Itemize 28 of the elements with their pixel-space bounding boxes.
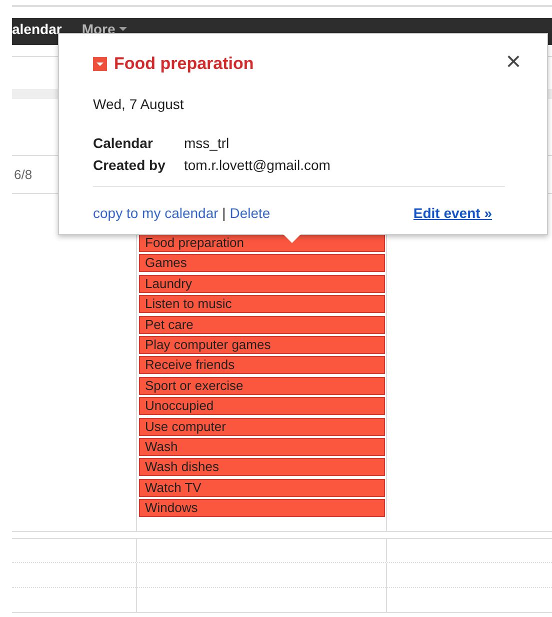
event-chip[interactable]: Wash dishes <box>139 458 385 476</box>
separator: | <box>221 204 227 220</box>
event-chip[interactable]: Pet care <box>139 316 385 334</box>
edit-event-link[interactable]: Edit event » <box>413 202 492 224</box>
event-chip[interactable]: Games <box>139 254 385 272</box>
event-chip[interactable]: Food preparation <box>139 234 385 252</box>
action-link[interactable]: copy to my calendar <box>93 204 218 220</box>
event-chip[interactable]: Watch TV <box>139 478 385 497</box>
event-chip[interactable]: Receive friends <box>139 356 385 374</box>
event-title: Food preparation <box>114 53 254 75</box>
detail-value: tom.r.lovett@gmail.com <box>184 156 330 172</box>
event-chip[interactable]: Play computer games <box>139 336 385 354</box>
dropdown-icon[interactable] <box>93 56 107 71</box>
event-chip[interactable]: Laundry <box>139 274 385 293</box>
event-chip[interactable]: Wash <box>139 438 385 456</box>
event-chip[interactable]: Windows <box>139 499 385 518</box>
event-date: Wed, 7 August <box>93 94 185 114</box>
detail-value: mss_trl <box>184 134 230 150</box>
event-chip[interactable]: Sport or exercise <box>139 376 385 395</box>
event-chip[interactable]: Use computer <box>139 418 385 436</box>
action-link[interactable]: Delete <box>230 204 270 220</box>
event-chip[interactable]: Listen to music <box>139 295 385 314</box>
detail-label: Calendar <box>93 134 154 152</box>
detail-label: Created by <box>93 156 166 175</box>
event-chip[interactable]: Unoccupied <box>139 397 385 416</box>
date-label: 6/8 <box>14 166 32 184</box>
close-button[interactable]: × <box>506 48 521 74</box>
nav-tab[interactable]: alendar <box>12 21 62 37</box>
